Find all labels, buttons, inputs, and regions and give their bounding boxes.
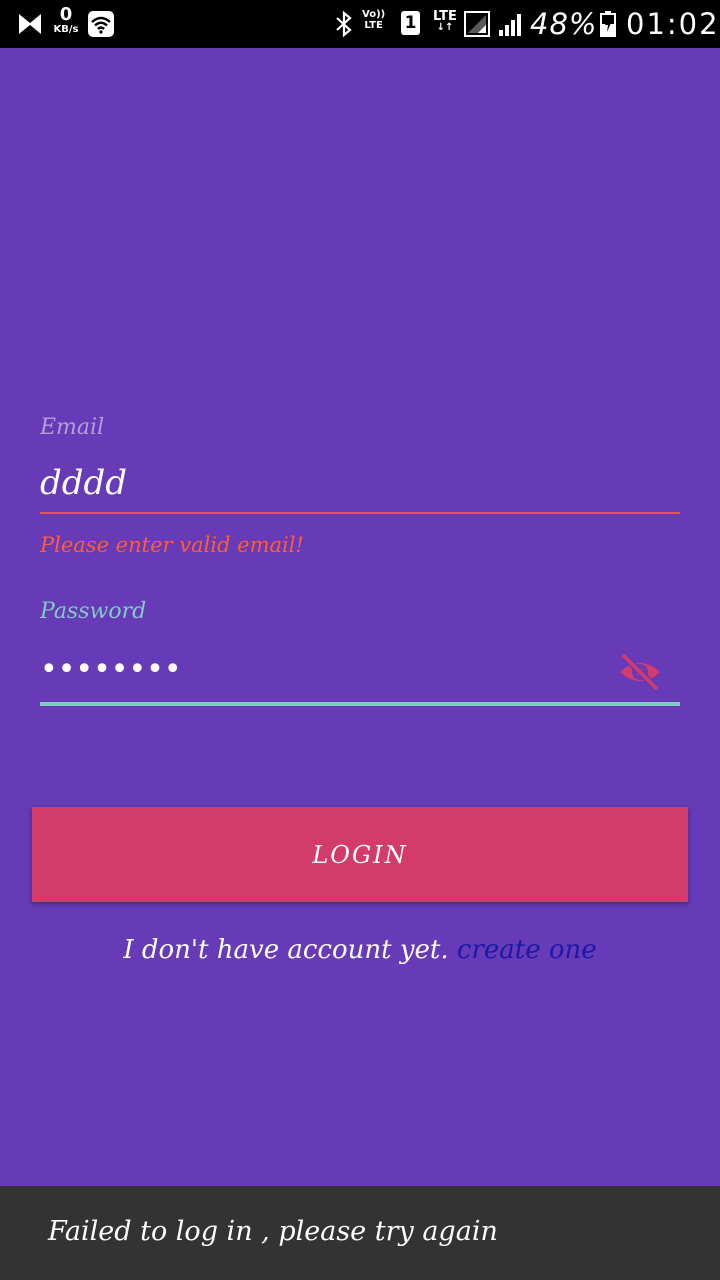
bluetooth-icon [333,0,355,48]
visibility-off-icon[interactable] [616,650,664,694]
email-label: Email [40,415,105,440]
password-label: Password [40,599,147,624]
snackbar-message: Failed to log in , please try again [48,1216,498,1247]
password-underline [40,702,680,706]
signal-icon [464,0,490,48]
sim-slot-badge: 1 [401,11,420,35]
status-bar: 0 KB/s Vo)) LTE 1 LTE ↓↑ 48% 01:02 [0,0,720,48]
clock: 01:02 [626,7,720,41]
login-button[interactable]: LOGIN [32,807,688,902]
data-speed-unit: KB/s [53,24,79,35]
create-account-link[interactable]: create one [457,935,597,965]
wifi-icon [88,0,114,48]
password-input[interactable] [40,646,600,692]
signup-text: I don't have account yet. [123,935,457,965]
network-arrows: ↓↑ [436,22,454,33]
n-logo-icon [18,0,42,48]
battery-percent: 48% [530,7,598,41]
email-input[interactable] [40,458,680,508]
volte-bottom: LTE [364,19,383,31]
snackbar: Failed to log in , please try again [0,1186,720,1280]
data-speed-value: 0 [59,4,73,25]
battery-icon [600,0,616,48]
volte-indicator: Vo)) LTE [362,9,386,31]
signup-prompt: I don't have account yet. create one [0,935,720,965]
signal-icon [498,0,524,48]
email-underline [40,512,680,514]
network-type-indicator: LTE ↓↑ [433,10,457,33]
data-speed-indicator: 0 KB/s [50,6,82,35]
email-error-message: Please enter valid email! [40,533,304,557]
volte-top: Vo)) [362,9,386,20]
